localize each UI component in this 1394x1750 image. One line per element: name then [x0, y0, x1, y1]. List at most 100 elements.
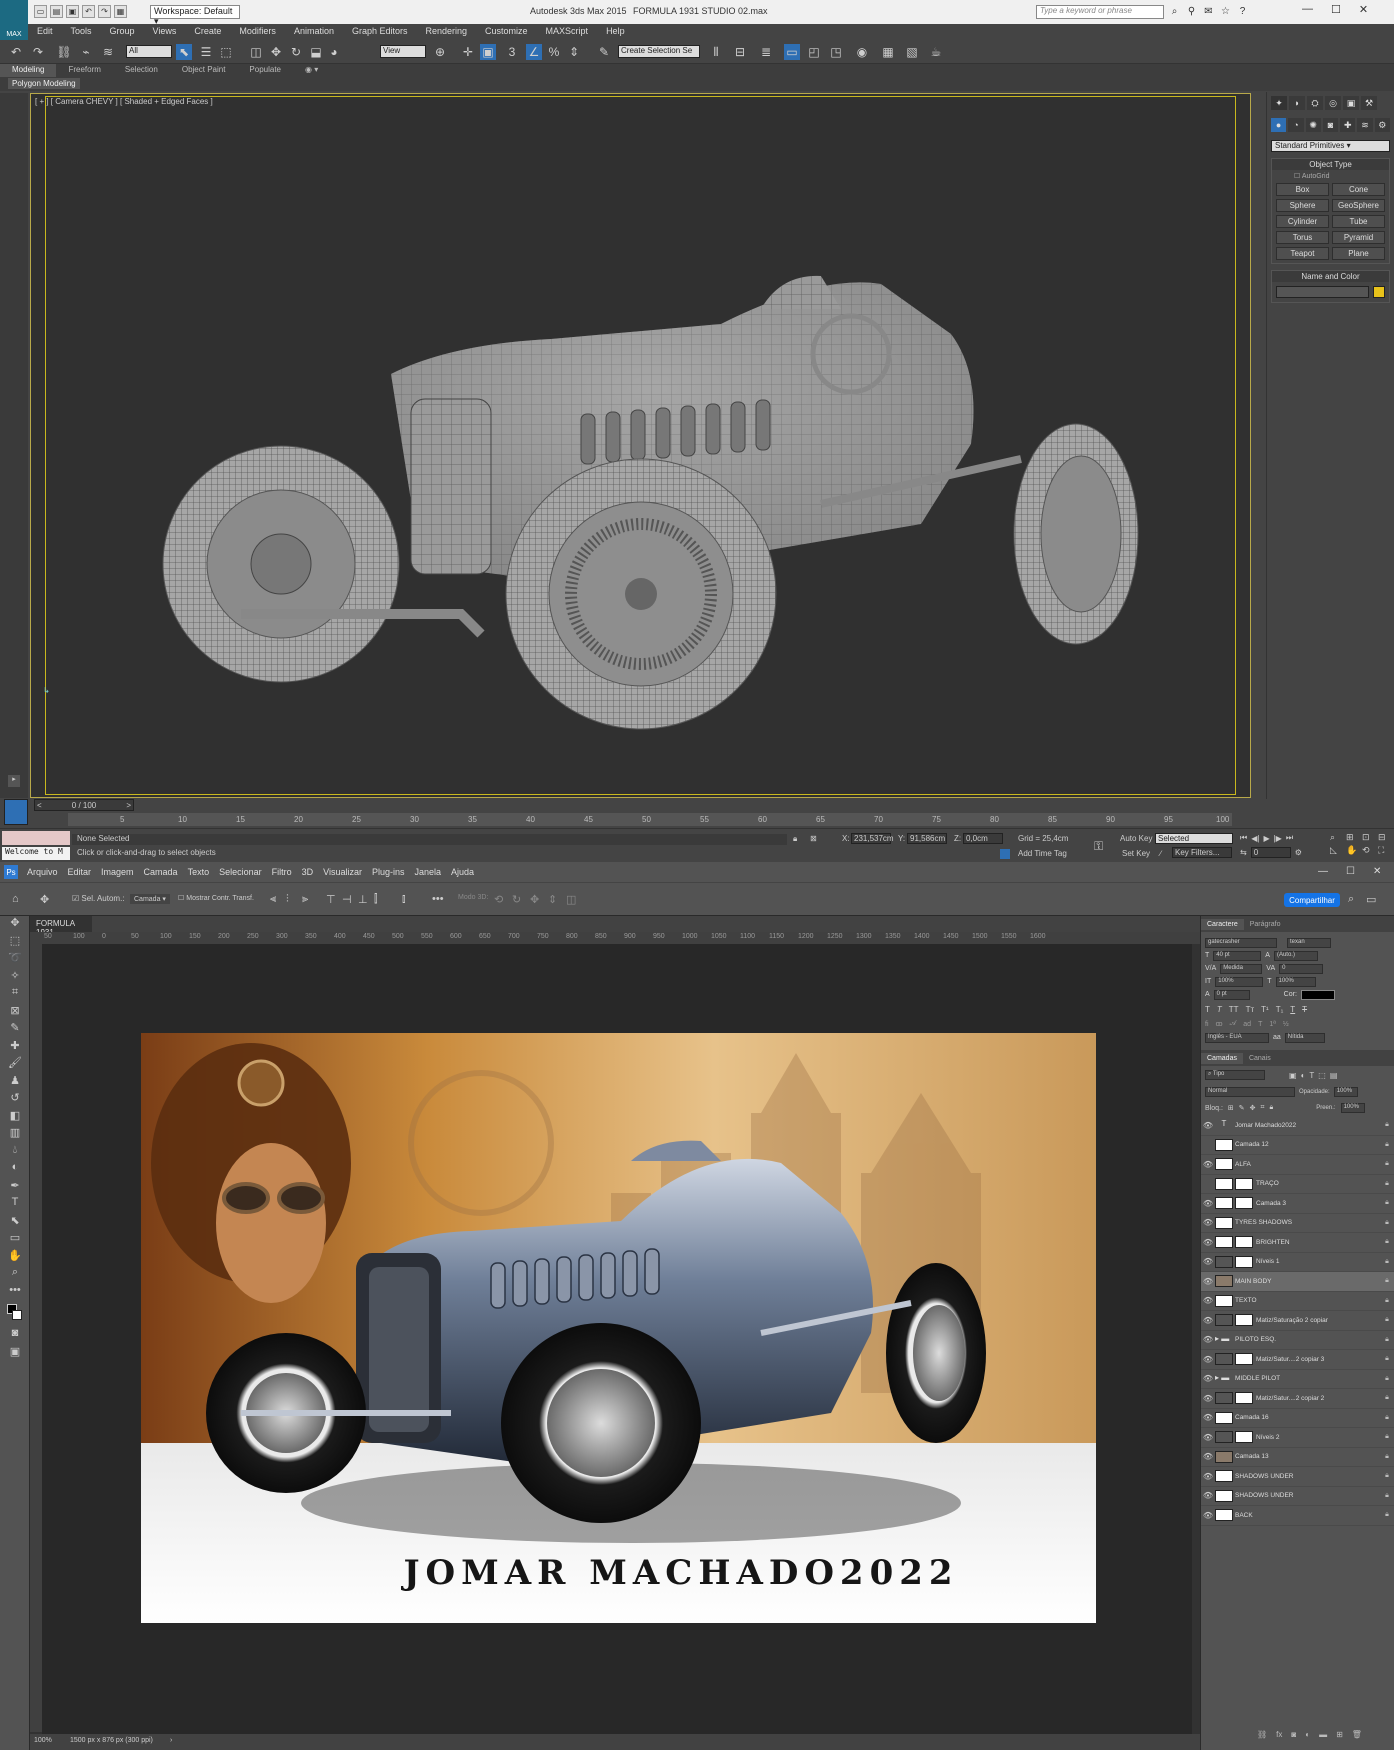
- quick-select-icon[interactable]: ✧: [0, 969, 30, 987]
- show-transform-checkbox[interactable]: ☐ Mostrar Contr. Transf.: [178, 894, 254, 902]
- ribbon-tab-populate[interactable]: Populate: [237, 64, 293, 77]
- layer-mask-thumbnail[interactable]: [1235, 1314, 1253, 1327]
- vertical-ruler[interactable]: [30, 932, 42, 1732]
- expand-icon[interactable]: ▸: [8, 775, 20, 787]
- cameras-icon[interactable]: ◙: [1322, 118, 1339, 132]
- ps-close-icon[interactable]: ✕: [1373, 866, 1381, 877]
- layer-lock-icon[interactable]: 🔒︎: [1380, 1258, 1394, 1266]
- curve-editor-icon[interactable]: ◰: [806, 44, 822, 60]
- path-select-icon[interactable]: ⬉: [0, 1214, 30, 1232]
- close-icon[interactable]: ✕: [1359, 3, 1368, 16]
- layer-lock-icon[interactable]: 🔒︎: [1380, 1355, 1394, 1363]
- ribbon-tab-object-paint[interactable]: Object Paint: [170, 64, 238, 77]
- stamp-icon[interactable]: ♟: [0, 1074, 30, 1092]
- key-set-dropdown[interactable]: Selected: [1155, 833, 1233, 844]
- layer-visibility-icon[interactable]: 👁︎: [1201, 1199, 1215, 1208]
- shape-icon[interactable]: ▭: [0, 1231, 30, 1249]
- crop-icon[interactable]: ⌗: [0, 986, 30, 1004]
- autogrid-checkbox[interactable]: ☐ AutoGrid: [1272, 170, 1389, 180]
- layer-visibility-icon[interactable]: 👁︎: [1201, 1374, 1215, 1383]
- lock-all-icon[interactable]: 🔒︎: [1269, 1104, 1273, 1112]
- undo-icon[interactable]: ↶: [8, 44, 24, 60]
- maximize-icon[interactable]: ☐: [1331, 3, 1341, 16]
- dodge-icon[interactable]: ◐: [0, 1161, 30, 1179]
- bind-spacewarp-icon[interactable]: ≋: [100, 44, 116, 60]
- menu-imagem[interactable]: Imagem: [96, 867, 139, 877]
- layer-row[interactable]: 👁︎ Matiz/Satur....2 copiar 2 🔒︎: [1201, 1389, 1394, 1409]
- menu-create[interactable]: Create: [185, 24, 230, 40]
- motion-tab-icon[interactable]: ◎: [1325, 96, 1341, 110]
- menu-visualizar[interactable]: Visualizar: [318, 867, 367, 877]
- layer-row[interactable]: 👁︎ Camada 3 🔒︎: [1201, 1194, 1394, 1214]
- layer-name[interactable]: SHADOWS UNDER: [1235, 1492, 1380, 1499]
- language-dropdown[interactable]: Inglês - EUA: [1205, 1032, 1269, 1043]
- zoom-extents-all-icon[interactable]: ⊟: [1378, 832, 1392, 843]
- menu-edit[interactable]: Edit: [28, 24, 62, 40]
- menu-selecionar[interactable]: Selecionar: [214, 867, 267, 877]
- project-icon[interactable]: ▦: [114, 5, 127, 18]
- menu-arquivo[interactable]: Arquivo: [22, 867, 63, 877]
- tab-camadas[interactable]: Camadas: [1201, 1052, 1243, 1064]
- marquee-icon[interactable]: ⬚: [0, 934, 30, 952]
- document-canvas[interactable]: JOMAR MACHADO2022: [42, 944, 1192, 1734]
- align-top-icon[interactable]: ⊤: [326, 893, 336, 906]
- menu-ajuda[interactable]: Ajuda: [446, 867, 479, 877]
- lasso-icon[interactable]: ➰: [0, 951, 30, 969]
- layer-row[interactable]: 👁︎ Camada 13 🔒︎: [1201, 1448, 1394, 1467]
- distribute-icon[interactable]: ⫿: [374, 893, 378, 906]
- menu-camada[interactable]: Camada: [139, 867, 183, 877]
- faux-bold-icon[interactable]: T: [1205, 1005, 1210, 1014]
- underline-icon[interactable]: T: [1290, 1005, 1295, 1014]
- shapes-icon[interactable]: ◔: [1288, 118, 1304, 132]
- share-button[interactable]: Compartilhar: [1284, 893, 1340, 907]
- add-time-tag-button[interactable]: Add Time Tag: [1018, 849, 1067, 858]
- layer-visibility-icon[interactable]: 👁︎: [1201, 1121, 1215, 1130]
- layer-row[interactable]: 👁︎ TEXTO 🔒︎: [1201, 1292, 1394, 1311]
- box-button[interactable]: Box: [1276, 183, 1329, 196]
- layer-row[interactable]: TRAÇO 🔒︎: [1201, 1175, 1394, 1194]
- filter-adjust-icon[interactable]: ◐: [1301, 1071, 1306, 1080]
- layer-lock-icon[interactable]: 🔒︎: [1380, 1297, 1394, 1305]
- titling-icon[interactable]: T: [1258, 1021, 1262, 1028]
- menu-views[interactable]: Views: [144, 24, 186, 40]
- workspace-dropdown[interactable]: Workspace: Default ▾: [150, 5, 240, 26]
- layer-name[interactable]: Jomar Machado2022: [1235, 1122, 1380, 1129]
- play-icon[interactable]: ▶: [1263, 834, 1269, 843]
- font-family-dropdown[interactable]: gatecrasher: [1205, 937, 1277, 948]
- filter-type-icon[interactable]: T: [1309, 1071, 1314, 1080]
- lock-transparent-icon[interactable]: ⊞: [1228, 1104, 1234, 1112]
- utilities-tab-icon[interactable]: ⚒: [1361, 96, 1377, 110]
- history-brush-icon[interactable]: ↺: [0, 1091, 30, 1109]
- schematic-view-icon[interactable]: ◳: [828, 44, 844, 60]
- layer-row[interactable]: 👁︎ Matiz/Satur....2 copiar 3 🔒︎: [1201, 1350, 1394, 1370]
- ribbon-options-icon[interactable]: ◉ ▾: [293, 64, 330, 77]
- layer-name[interactable]: SHADOWS UNDER: [1235, 1473, 1380, 1480]
- minimize-icon[interactable]: —: [1302, 3, 1313, 16]
- layer-name[interactable]: Camada 13: [1235, 1453, 1380, 1460]
- layer-name[interactable]: Matiz/Saturação 2 copiar: [1256, 1317, 1380, 1324]
- layer-visibility-icon[interactable]: 👁︎: [1201, 1238, 1215, 1247]
- menu-filtro[interactable]: Filtro: [267, 867, 297, 877]
- layer-visibility-icon[interactable]: 👁︎: [1201, 1316, 1215, 1325]
- open-icon[interactable]: ▤: [50, 5, 63, 18]
- layer-name[interactable]: BACK: [1235, 1512, 1380, 1519]
- status-menu-icon[interactable]: ›: [170, 1737, 172, 1744]
- goto-start-icon[interactable]: ⏮: [1240, 833, 1247, 843]
- zoom-all-icon[interactable]: ⊞: [1346, 832, 1360, 843]
- current-frame-field[interactable]: 0: [1250, 847, 1291, 858]
- selection-filter-dropdown[interactable]: All: [126, 45, 172, 58]
- menu-group[interactable]: Group: [101, 24, 144, 40]
- layer-filter-dropdown[interactable]: ⌕ Tipo: [1205, 1070, 1265, 1080]
- layer-name[interactable]: BRIGHTEN: [1256, 1239, 1380, 1246]
- color-swatches-icon[interactable]: [0, 1301, 30, 1327]
- window-crossing-icon[interactable]: ◫: [248, 44, 264, 60]
- new-icon[interactable]: ▭: [34, 5, 47, 18]
- layer-row[interactable]: 👁︎ Camada 16 🔒︎: [1201, 1409, 1394, 1428]
- lock-image-icon[interactable]: ✎: [1239, 1104, 1245, 1112]
- menu-help[interactable]: Help: [597, 24, 634, 40]
- kerning-field[interactable]: Medida: [1220, 963, 1263, 974]
- modify-tab-icon[interactable]: ◗: [1289, 96, 1305, 110]
- antialias-dropdown[interactable]: Nítida: [1284, 1032, 1325, 1043]
- layer-lock-icon[interactable]: 🔒︎: [1380, 1472, 1394, 1480]
- filter-smart-icon[interactable]: ▤: [1330, 1071, 1338, 1080]
